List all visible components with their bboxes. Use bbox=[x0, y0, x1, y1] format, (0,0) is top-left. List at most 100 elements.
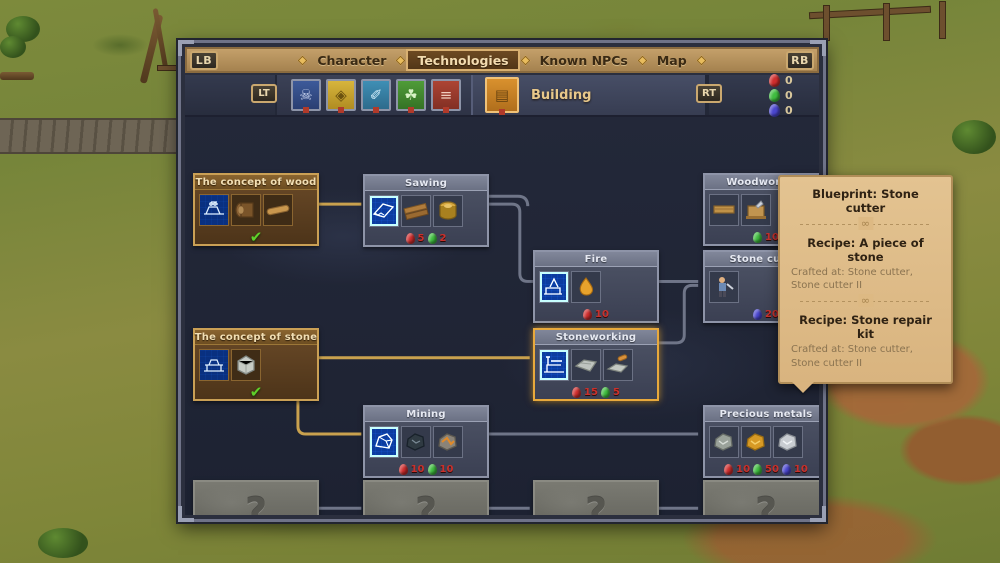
current-category-label: Building bbox=[531, 88, 591, 103]
technology-tooltip: Blueprint: Stone cutter Recipe: A piece … bbox=[778, 175, 953, 384]
locked-question-mark: ? bbox=[415, 493, 437, 515]
worker-figure-icon bbox=[711, 274, 737, 300]
slot-coal-ore[interactable] bbox=[401, 426, 431, 458]
cost-red-value: 10 bbox=[595, 309, 609, 320]
blueprint-stone-table-icon bbox=[200, 350, 228, 380]
copper-ore-icon bbox=[435, 429, 461, 455]
tech-node-footer: ✔ bbox=[195, 385, 317, 399]
cost-red-value: 5 bbox=[418, 233, 425, 244]
slot-stone-block[interactable] bbox=[231, 349, 261, 381]
tech-node-sawing[interactable]: Sawing52 bbox=[363, 174, 489, 247]
tech-node-locked-1[interactable]: ? bbox=[193, 480, 319, 515]
slot-wooden-plank[interactable] bbox=[709, 194, 739, 226]
tech-node-locked-2[interactable]: ? bbox=[363, 480, 489, 515]
scroll-book[interactable]: ≡ bbox=[431, 79, 461, 111]
coal-ore-icon bbox=[403, 429, 429, 455]
building-book-icon[interactable]: ▤ bbox=[485, 77, 519, 113]
tab-map[interactable]: Map bbox=[648, 49, 696, 71]
slot-blueprint-sawhorse[interactable] bbox=[199, 194, 229, 226]
wood-stump-icon bbox=[435, 198, 461, 224]
tab-separator-diamond bbox=[520, 55, 530, 65]
slot-blueprint-campfire[interactable] bbox=[539, 271, 569, 303]
right-bumper-button[interactable]: RB bbox=[786, 51, 814, 70]
category-bar-left-panel: LT bbox=[185, 75, 277, 115]
slot-wood-stump[interactable] bbox=[433, 195, 463, 227]
cost-green-value: 10 bbox=[440, 464, 454, 475]
slot-blueprint-saw[interactable] bbox=[369, 195, 399, 227]
cost-red-gem-icon bbox=[406, 233, 415, 244]
tab-known-npcs[interactable]: Known NPCs bbox=[531, 49, 637, 71]
slot-copper-ore[interactable] bbox=[433, 426, 463, 458]
cost-blue-gem-icon bbox=[782, 464, 791, 475]
blue-gem-icon bbox=[769, 104, 780, 117]
tech-node-slots bbox=[365, 422, 487, 462]
feather-book-glyph: ✐ bbox=[370, 88, 383, 103]
wood-planks-icon bbox=[403, 198, 429, 224]
slot-stone-tool[interactable] bbox=[603, 349, 633, 381]
tech-tree-canvas[interactable]: The concept of wood✔Sawing52Fire10Woodwo… bbox=[185, 117, 819, 515]
tech-node-slots bbox=[535, 345, 657, 385]
tab-character[interactable]: Character bbox=[308, 49, 395, 71]
slot-wood-log[interactable] bbox=[231, 194, 261, 226]
cost-green-gem-icon bbox=[753, 232, 762, 243]
plant-book[interactable]: ☘ bbox=[396, 79, 426, 111]
category-bar: LT ☠ ◈ ✐ ☘≡ ▤ Building RT 0 0 0 bbox=[185, 75, 819, 117]
slot-platinum-ore[interactable] bbox=[773, 426, 803, 458]
tech-node-footer: 105010 bbox=[705, 462, 819, 476]
cost-red-value: 10 bbox=[736, 464, 750, 475]
resource-green: 0 bbox=[769, 89, 793, 102]
wooden-stick-icon bbox=[265, 197, 291, 223]
resource-green-value: 0 bbox=[785, 89, 793, 102]
cost-red-value: 15 bbox=[584, 387, 598, 398]
slot-blueprint-stone-table[interactable] bbox=[199, 349, 229, 381]
slot-workbench[interactable] bbox=[741, 194, 771, 226]
blueprint-ore-icon bbox=[370, 427, 398, 457]
slot-cut-stone[interactable] bbox=[571, 349, 601, 381]
resource-blue-value: 0 bbox=[785, 104, 793, 117]
cost-green-gem-icon bbox=[753, 464, 762, 475]
slot-ember[interactable] bbox=[571, 271, 601, 303]
tab-separator-diamond bbox=[298, 55, 308, 65]
tech-node-stoneworking[interactable]: Stoneworking155 bbox=[533, 328, 659, 401]
platinum-ore-icon bbox=[775, 429, 801, 455]
resource-red-value: 0 bbox=[785, 74, 793, 87]
skull-book[interactable]: ☠ bbox=[291, 79, 321, 111]
tab-technologies[interactable]: Technologies bbox=[406, 49, 519, 71]
eye-book-glyph: ◈ bbox=[335, 88, 347, 103]
slot-wood-planks[interactable] bbox=[401, 195, 431, 227]
tech-node-firemaking[interactable]: Fire10 bbox=[533, 250, 659, 323]
tooltip-separator bbox=[791, 220, 940, 229]
tooltip-recipe-title: Recipe: A piece of stone bbox=[791, 236, 940, 264]
wood-log-icon bbox=[233, 197, 259, 223]
cost-blue-value: 10 bbox=[794, 464, 808, 475]
tech-node-locked-4[interactable]: ? bbox=[703, 480, 819, 515]
blueprint-campfire-icon bbox=[540, 272, 568, 302]
blueprint-sawhorse-icon bbox=[200, 195, 228, 225]
eye-book[interactable]: ◈ bbox=[326, 79, 356, 111]
tech-node-concept-of-wood[interactable]: The concept of wood✔ bbox=[193, 173, 319, 246]
slot-gold-ore[interactable] bbox=[741, 426, 771, 458]
slot-blueprint-stone-cutter[interactable] bbox=[539, 349, 569, 381]
bush bbox=[952, 120, 996, 154]
slot-wooden-stick[interactable] bbox=[263, 194, 293, 226]
category-book-list: ☠ ◈ ✐ ☘≡ bbox=[291, 79, 461, 111]
tab-separator-diamond bbox=[396, 55, 406, 65]
tab-list: Character Technologies Known NPCs Map bbox=[218, 49, 786, 71]
slot-worker-figure[interactable] bbox=[709, 271, 739, 303]
tech-node-title: The concept of stone bbox=[195, 330, 317, 345]
feather-book[interactable]: ✐ bbox=[361, 79, 391, 111]
tooltip-separator bbox=[791, 297, 940, 306]
current-category-panel: ▤ Building bbox=[471, 75, 707, 115]
slot-blueprint-ore[interactable] bbox=[369, 426, 399, 458]
left-trigger-button[interactable]: LT bbox=[251, 84, 277, 103]
slot-silver-ore[interactable] bbox=[709, 426, 739, 458]
tech-node-concept-of-stone[interactable]: The concept of stone ✔ bbox=[193, 328, 319, 401]
right-trigger-button[interactable]: RT bbox=[696, 84, 722, 103]
resource-blue: 0 bbox=[769, 104, 793, 117]
cost-green-gem-icon bbox=[601, 387, 610, 398]
stone-block-icon bbox=[233, 352, 259, 378]
tech-node-mining[interactable]: Mining1010 bbox=[363, 405, 489, 478]
left-bumper-button[interactable]: LB bbox=[190, 51, 218, 70]
tech-node-locked-3[interactable]: ? bbox=[533, 480, 659, 515]
tech-node-precious-metals[interactable]: Precious metals105010 bbox=[703, 405, 819, 478]
